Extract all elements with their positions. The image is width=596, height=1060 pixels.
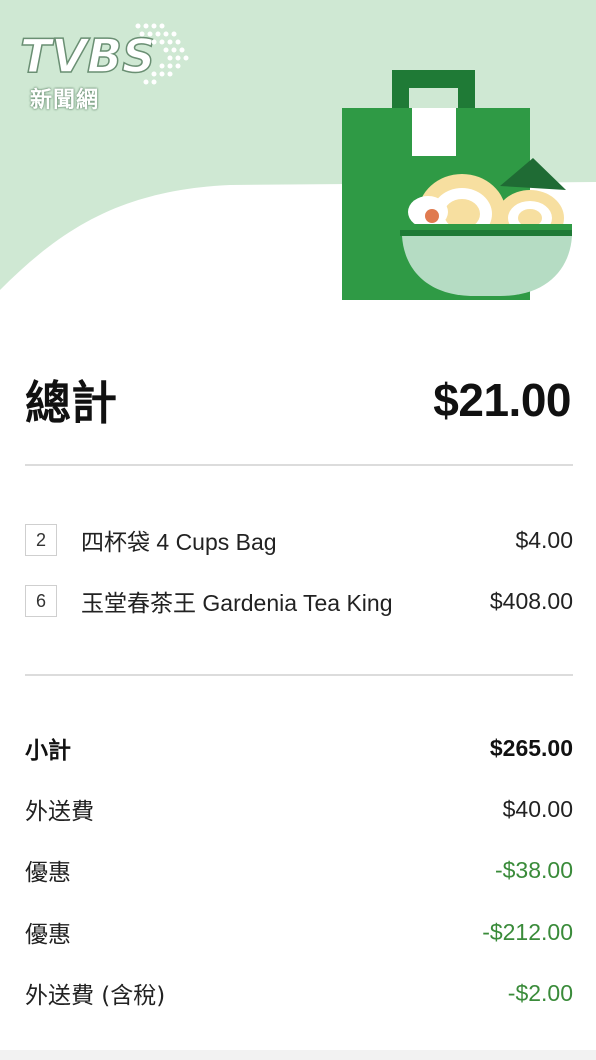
discount-value: -$212.00 [482, 918, 573, 945]
bottom-divider [0, 1050, 596, 1060]
item-name: 四杯袋 4 Cups Bag [81, 529, 277, 555]
item-price: $408.00 [489, 587, 573, 614]
discount-row: 優惠 -$38.00 [25, 850, 573, 890]
order-item: 6 玉堂春茶王 Gardenia Tea King $408.00 [25, 583, 573, 619]
item-quantity-badge: 2 [25, 524, 57, 556]
order-total-row: 總計 $21.00 [25, 360, 571, 440]
fee-value: $40.00 [502, 795, 573, 822]
total-label: 總計 [25, 376, 117, 430]
fee-value: $265.00 [489, 734, 573, 761]
tvbs-watermark-subtitle: 新聞網 [30, 88, 100, 113]
delivery-fee-row: 外送費 $40.00 [25, 789, 573, 829]
divider [25, 674, 573, 676]
discount-row: 優惠 -$212.00 [25, 912, 573, 952]
delivery-fee-tax-row: 外送費 (含稅) -$2.00 [25, 973, 573, 1013]
svg-text:TVBS: TVBS [20, 29, 155, 83]
item-name: 玉堂春茶王 Gardenia Tea King [81, 590, 393, 616]
fee-label: 外送費 [25, 799, 94, 825]
item-quantity-badge: 6 [25, 585, 57, 617]
order-item: 2 四杯袋 4 Cups Bag $4.00 [25, 522, 573, 558]
fee-label: 優惠 [25, 860, 71, 886]
fee-label: 外送費 (含稅) [25, 983, 166, 1009]
fee-label: 小計 [25, 738, 71, 764]
total-value: $21.00 [433, 374, 571, 426]
divider [25, 464, 573, 466]
fee-label: 優惠 [25, 922, 71, 948]
discount-value: -$38.00 [494, 856, 573, 883]
item-price: $4.00 [515, 526, 573, 553]
subtotal-row: 小計 $265.00 [25, 728, 573, 768]
discount-value: -$2.00 [507, 979, 573, 1006]
